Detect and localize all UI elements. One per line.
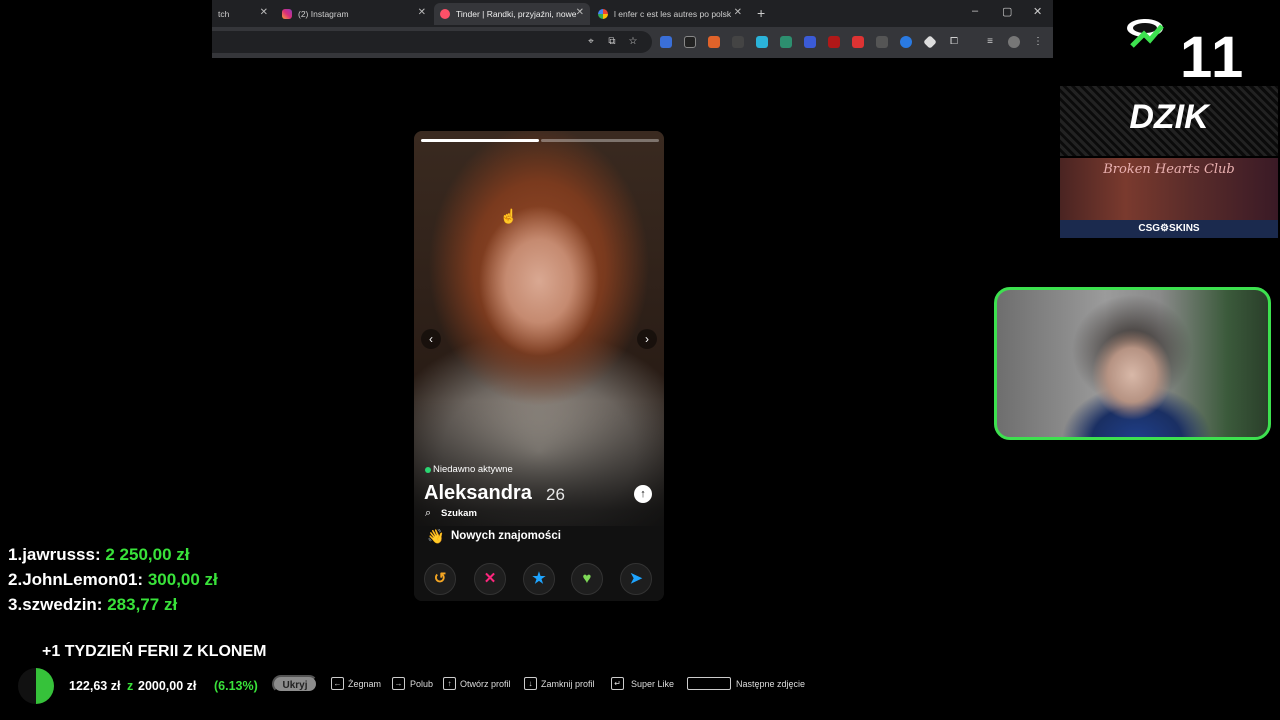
counter-number: 11 — [1180, 25, 1246, 90]
online-status-dot — [425, 467, 431, 473]
arrow-right-key-icon: → — [392, 677, 405, 690]
extension-icon[interactable] — [804, 36, 816, 48]
media-control-icon[interactable]: ≡ — [984, 36, 996, 48]
channel-logo — [1127, 19, 1164, 48]
arrow-left-key-icon: ← — [331, 677, 344, 690]
tab-title: tch — [218, 9, 230, 19]
goal-title: +1 TYDZIEŃ FERII Z KLONEM — [42, 643, 267, 660]
extension-icon[interactable] — [780, 36, 792, 48]
goal-percent: (6.13%) — [214, 679, 258, 693]
avatar[interactable] — [1008, 36, 1020, 48]
banner-label: CSG⚙SKINS — [1138, 223, 1200, 234]
extension-icon[interactable] — [684, 36, 696, 48]
donation-amount: 300,00 zł — [147, 570, 218, 589]
tab-tinder[interactable]: Tinder | Randki, przyjaźni, nowe ✕ — [434, 3, 590, 25]
extension-icon[interactable] — [852, 36, 864, 48]
mouse-cursor-icon: ☝ — [500, 208, 518, 224]
banner-title: Broken Hearts Club — [1103, 162, 1235, 177]
extension-icon[interactable] — [756, 36, 768, 48]
super-like-button[interactable]: ★ — [523, 563, 555, 595]
shortcut-label: Następne zdjęcie — [736, 679, 806, 689]
wave-icon: 👋 — [427, 528, 445, 544]
rank: 1. — [8, 545, 23, 564]
looking-for-label: Szukam — [441, 508, 477, 519]
shortcut-label: Otwórz profil — [460, 679, 511, 689]
instagram-icon — [282, 9, 292, 19]
extension-icon[interactable] — [876, 36, 888, 48]
profile-age: 26 — [546, 485, 565, 504]
donation-amount: 2 250,00 zł — [105, 545, 190, 564]
donor-name: jawrusss: — [22, 545, 101, 564]
hide-shortcuts-button[interactable]: Ukryj — [272, 675, 318, 693]
leaderboard-row: 1.jawrusss: 2 250,00 zł — [8, 545, 189, 565]
profile-name: Aleksandra — [424, 482, 532, 504]
google-icon — [598, 9, 608, 19]
close-tab-icon[interactable]: ✕ — [418, 7, 426, 18]
nope-button[interactable]: ✕ — [474, 563, 506, 595]
extension-icon[interactable] — [708, 36, 720, 48]
minimize-icon[interactable]: – — [972, 5, 978, 17]
enter-key-icon: ↵ — [611, 677, 624, 690]
next-photo-icon[interactable]: › — [637, 329, 657, 349]
browser-toolbar: ⌖ ⧉ ☆ ⧠ ≡ ⋮ — [212, 27, 1053, 58]
shortcut-label: Zamknij profil — [541, 679, 595, 689]
location-icon[interactable]: ⌖ — [585, 36, 597, 48]
leaderboard-row: 3.szwedzin: 283,77 zł — [8, 595, 177, 615]
new-tab-button[interactable]: + — [757, 5, 765, 21]
goal-progress-icon — [18, 668, 54, 704]
arrow-down-key-icon: ↓ — [524, 677, 537, 690]
arrow-up-key-icon: ↑ — [443, 677, 456, 690]
tab-google[interactable]: l enfer c est les autres po polsk ✕ — [592, 3, 748, 25]
sponsor-name: DZIK — [1129, 98, 1209, 136]
tab-title: (2) Instagram — [298, 9, 349, 19]
webcam-feed — [994, 287, 1271, 440]
profile-card[interactable]: ‹ › Niedawno aktywne Aleksandra 26 ↑ ⌕ S… — [414, 131, 664, 601]
leaderboard-row: 2.JohnLemon01: 300,00 zł — [8, 570, 218, 590]
close-tab-icon[interactable]: ✕ — [734, 7, 742, 18]
shortcut-label: Żegnam — [348, 679, 382, 689]
bookmark-star-icon[interactable]: ☆ — [627, 36, 639, 48]
tab-twitch[interactable]: tch ✕ — [212, 3, 274, 25]
extension-icon[interactable] — [828, 36, 840, 48]
like-button[interactable]: ♥ — [571, 563, 603, 595]
rewind-button[interactable]: ↺ — [424, 563, 456, 595]
extension-icon[interactable] — [732, 36, 744, 48]
shortcut-label: Super Like — [631, 679, 675, 689]
extension-icon[interactable] — [660, 36, 672, 48]
browser-window: tch ✕ (2) Instagram ✕ Tinder | Randki, p… — [212, 0, 1053, 58]
extensions-puzzle-icon[interactable]: ⧠ — [948, 36, 960, 48]
close-tab-icon[interactable]: ✕ — [576, 7, 584, 18]
relationship-goal: Nowych znajomości — [451, 530, 561, 542]
photo-progress — [541, 139, 659, 142]
tab-title: l enfer c est les autres po polsk — [614, 9, 732, 19]
activity-status: Niedawno aktywne — [433, 464, 513, 475]
goal-separator: z — [127, 679, 134, 693]
close-tab-icon[interactable]: ✕ — [260, 7, 268, 18]
close-window-icon[interactable]: ✕ — [1033, 5, 1042, 18]
shortcut-label: Polub — [410, 679, 434, 689]
tab-strip: tch ✕ (2) Instagram ✕ Tinder | Randki, p… — [212, 0, 1053, 27]
search-icon: ⌕ — [425, 507, 432, 519]
tinder-icon — [440, 9, 450, 19]
rank: 2. — [8, 570, 23, 589]
install-app-icon[interactable]: ⧉ — [606, 36, 618, 48]
extension-icon[interactable] — [900, 36, 912, 48]
donation-amount: 283,77 zł — [107, 595, 178, 614]
tab-instagram[interactable]: (2) Instagram ✕ — [276, 3, 432, 25]
donor-name: JohnLemon01: — [22, 570, 144, 589]
tab-title: Tinder | Randki, przyjaźni, nowe — [456, 9, 577, 19]
photo-progress-active — [421, 139, 539, 142]
more-menu-icon[interactable]: ⋮ — [1032, 36, 1044, 48]
donor-name: szwedzin: — [22, 595, 103, 614]
goal-total: 2000,00 zł — [138, 679, 197, 693]
boost-button[interactable]: ➤ — [620, 563, 652, 595]
rank: 3. — [8, 595, 23, 614]
open-profile-icon[interactable]: ↑ — [634, 485, 652, 503]
space-key-icon — [687, 677, 731, 690]
prev-photo-icon[interactable]: ‹ — [421, 329, 441, 349]
extension-icon[interactable] — [923, 35, 937, 49]
restore-icon[interactable]: ▢ — [1002, 5, 1012, 18]
goal-raised: 122,63 zł — [69, 679, 121, 693]
